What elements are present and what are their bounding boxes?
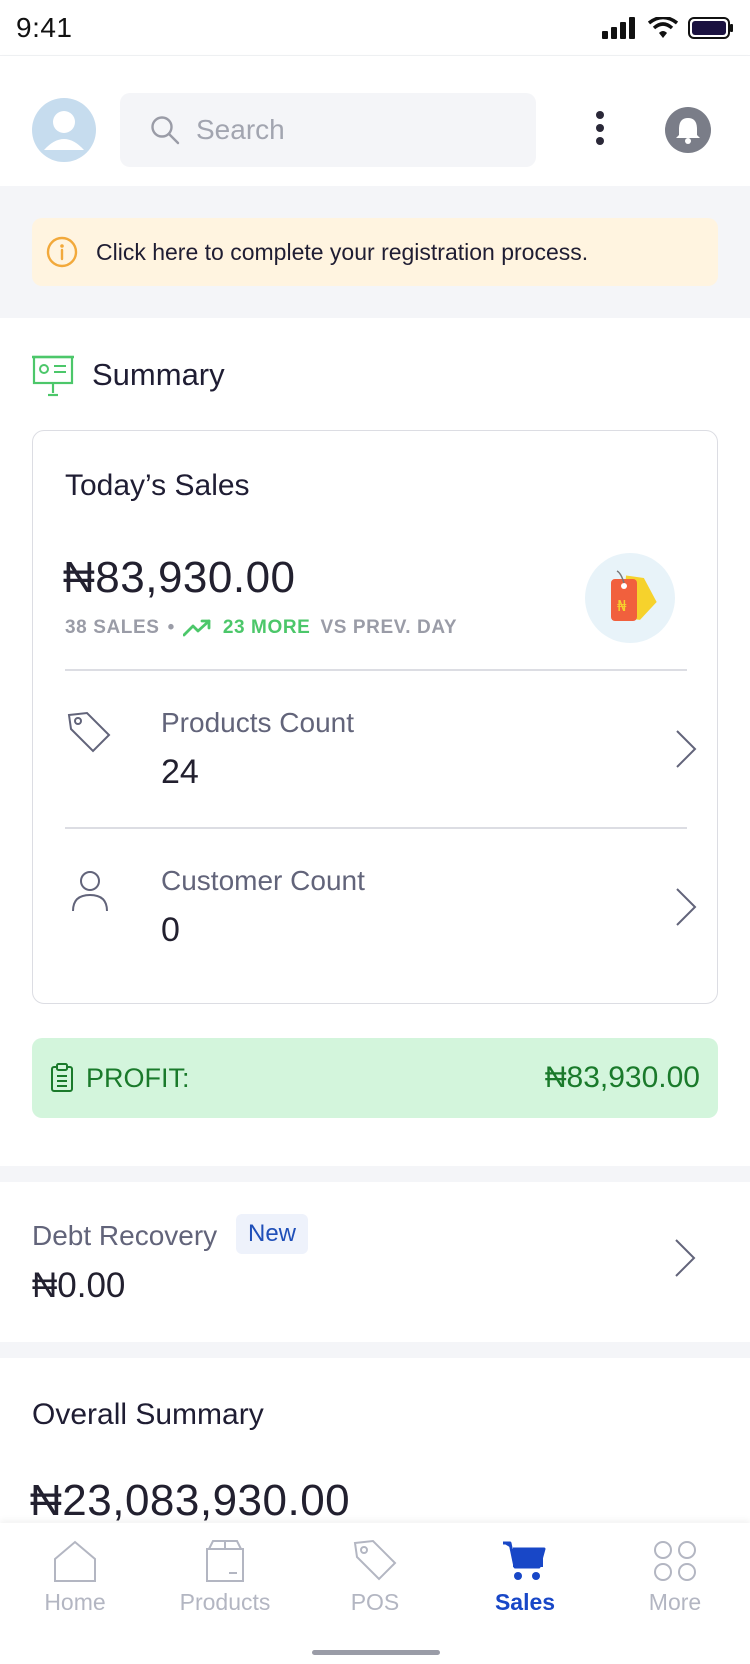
app-header <box>0 56 750 186</box>
overall-summary-title: Overall Summary <box>32 1398 264 1431</box>
nav-products-label: Products <box>179 1589 271 1615</box>
battery-icon <box>688 16 733 39</box>
products-count-row[interactable]: Products Count 24 <box>65 689 697 829</box>
products-count-label: Products Count <box>161 707 354 738</box>
nav-home[interactable]: Home <box>0 1523 150 1664</box>
status-icons <box>602 16 734 39</box>
products-count-value: 24 <box>161 753 199 791</box>
search-icon <box>151 116 180 145</box>
presentation-board-icon <box>32 355 74 397</box>
card-divider <box>65 669 687 671</box>
price-tags-badge: ₦ <box>585 553 675 643</box>
wifi-icon <box>648 16 678 38</box>
notifications-button[interactable] <box>665 107 711 153</box>
info-icon <box>46 236 78 268</box>
search-box[interactable] <box>120 93 536 167</box>
box-icon <box>206 1540 244 1582</box>
debt-recovery-value: ₦0.00 <box>32 1266 126 1305</box>
chevron-right-icon <box>675 1239 696 1277</box>
bell-icon <box>676 118 700 144</box>
nav-more[interactable]: More <box>600 1523 750 1664</box>
registration-banner-text: Click here to complete your registration… <box>96 238 589 265</box>
more-options-button[interactable] <box>584 106 616 150</box>
profit-bar: PROFIT: ₦83,930.00 <box>32 1038 718 1118</box>
nav-sales-label: Sales <box>494 1589 556 1615</box>
signal-icon <box>602 16 635 39</box>
profit-left: PROFIT: <box>50 1063 190 1094</box>
profit-label: PROFIT: <box>86 1062 190 1093</box>
tag-icon <box>353 1539 397 1581</box>
grid-icon <box>654 1541 696 1581</box>
user-icon <box>72 871 108 912</box>
bottom-nav: Home Products POS Sales More <box>0 1523 750 1664</box>
summary-title: Summary <box>92 357 225 392</box>
chevron-right-icon <box>676 730 697 768</box>
sales-more: 23 MORE <box>222 617 311 638</box>
home-indicator <box>312 1650 440 1655</box>
chevron-right-icon <box>676 888 697 926</box>
clipboard-icon <box>51 1063 73 1092</box>
svg-text:₦: ₦ <box>617 597 627 615</box>
summary-header: Summary <box>32 350 225 400</box>
todays-sales-title: Today’s Sales <box>65 469 250 502</box>
tag-icon <box>67 711 111 753</box>
cart-icon <box>503 1541 546 1580</box>
price-tags-icon: ₦ <box>611 570 657 621</box>
home-icon <box>54 1540 96 1582</box>
todays-sales-meta: 38 SALES • 23 MORE VS PREV. DAY <box>65 617 457 639</box>
nav-more-label: More <box>648 1589 702 1615</box>
customer-count-label: Customer Count <box>161 865 365 896</box>
sales-count: 38 SALES <box>65 617 160 638</box>
debt-recovery-row[interactable]: Debt Recovery New ₦0.00 <box>0 1182 750 1342</box>
search-input[interactable] <box>196 114 516 146</box>
section-separator <box>0 1166 750 1182</box>
customer-count-value: 0 <box>161 911 180 949</box>
nav-home-label: Home <box>44 1589 106 1615</box>
avatar[interactable] <box>32 98 96 162</box>
registration-banner[interactable]: Click here to complete your registration… <box>32 218 718 286</box>
overall-summary-value: ₦23,083,930.00 <box>30 1476 351 1525</box>
status-bar: 9:41 <box>0 0 750 56</box>
debt-recovery-label: Debt Recovery <box>32 1220 218 1251</box>
nav-products[interactable]: Products <box>150 1523 300 1664</box>
profit-value: ₦83,930.00 <box>544 1061 700 1094</box>
card-divider <box>65 827 687 829</box>
meta-bullet: • <box>167 617 175 638</box>
nav-pos-label: POS <box>350 1589 400 1615</box>
customer-count-row[interactable]: Customer Count 0 <box>65 847 697 987</box>
nav-pos[interactable]: POS <box>300 1523 450 1664</box>
sales-vs-label: VS PREV. DAY <box>320 617 458 638</box>
user-avatar-icon <box>44 111 84 150</box>
section-separator <box>0 1342 750 1358</box>
status-time: 9:41 <box>16 11 73 43</box>
more-vertical-icon <box>596 111 604 145</box>
todays-sales-amount: ₦83,930.00 <box>63 553 296 602</box>
nav-sales[interactable]: Sales <box>450 1523 600 1664</box>
trending-up-icon <box>182 619 211 637</box>
todays-sales-card: Today’s Sales ₦83,930.00 38 SALES • 23 M… <box>32 430 718 1004</box>
new-badge: New <box>236 1214 309 1254</box>
